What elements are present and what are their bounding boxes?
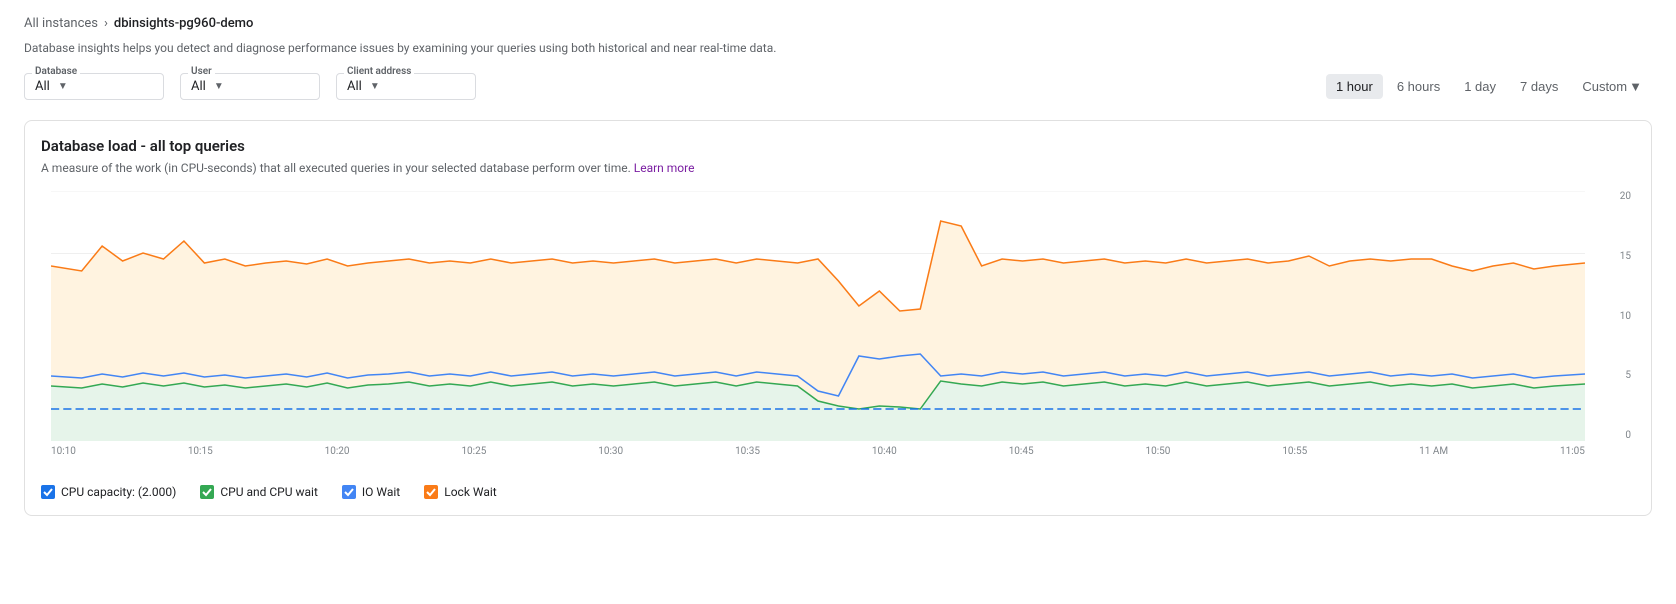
breadcrumb: All instances › dbinsights-pg960-demo xyxy=(24,16,1652,31)
legend-item-io-wait[interactable]: IO Wait xyxy=(342,485,400,499)
chart-svg-area xyxy=(51,191,1585,441)
legend-checkbox-cpu-capacity xyxy=(41,485,55,499)
time-btn-6hours[interactable]: 6 hours xyxy=(1387,74,1450,99)
legend-item-lock-wait[interactable]: Lock Wait xyxy=(424,485,496,499)
chart-svg xyxy=(51,191,1585,441)
page-container: All instances › dbinsights-pg960-demo Da… xyxy=(0,0,1676,532)
database-chevron-icon: ▼ xyxy=(58,81,68,92)
x-label-1015: 10:15 xyxy=(188,446,213,457)
database-filter-value: All xyxy=(35,79,50,94)
legend-checkbox-lock-wait xyxy=(424,485,438,499)
x-label-1035: 10:35 xyxy=(735,446,760,457)
time-controls: 1 hour 6 hours 1 day 7 days Custom ▼ xyxy=(1326,74,1652,99)
chart-desc-text: A measure of the work (in CPU-seconds) t… xyxy=(41,161,631,175)
x-label-1045: 10:45 xyxy=(1009,446,1034,457)
y-label-20: 20 xyxy=(1620,191,1631,202)
legend-item-cpu-wait[interactable]: CPU and CPU wait xyxy=(200,485,318,499)
user-filter-value: All xyxy=(191,79,206,94)
x-label-1025: 10:25 xyxy=(461,446,486,457)
x-label-1040: 10:40 xyxy=(872,446,897,457)
client-address-filter-group: Client address All ▼ xyxy=(336,73,476,100)
custom-chevron-icon: ▼ xyxy=(1629,79,1642,94)
client-address-chevron-icon: ▼ xyxy=(370,81,380,92)
time-btn-1day[interactable]: 1 day xyxy=(1454,74,1506,99)
chart-description: A measure of the work (in CPU-seconds) t… xyxy=(41,161,1635,175)
legend-item-cpu-capacity[interactable]: CPU capacity: (2.000) xyxy=(41,485,176,499)
x-label-1020: 10:20 xyxy=(325,446,350,457)
breadcrumb-sep: › xyxy=(104,16,108,31)
time-btn-custom[interactable]: Custom ▼ xyxy=(1572,74,1652,99)
x-axis: 10:10 10:15 10:20 10:25 10:30 10:35 10:4… xyxy=(51,446,1585,471)
y-label-15: 15 xyxy=(1620,251,1631,262)
filters-row: Database All ▼ User All ▼ Client address… xyxy=(24,73,1652,100)
x-label-1055: 10:55 xyxy=(1282,446,1307,457)
breadcrumb-current: dbinsights-pg960-demo xyxy=(114,16,253,31)
chart-title: Database load - all top queries xyxy=(41,137,1635,155)
legend-checkbox-io-wait xyxy=(342,485,356,499)
chart-section: Database load - all top queries A measur… xyxy=(24,120,1652,516)
time-btn-7days[interactable]: 7 days xyxy=(1510,74,1568,99)
database-filter[interactable]: All ▼ xyxy=(24,73,164,100)
legend-label-cpu-wait: CPU and CPU wait xyxy=(220,485,318,499)
page-subtitle: Database insights helps you detect and d… xyxy=(24,41,1652,55)
y-axis: 20 15 10 5 0 xyxy=(1590,191,1635,441)
chart-legend: CPU capacity: (2.000) CPU and CPU wait I… xyxy=(41,485,1635,499)
x-label-11am: 11 AM xyxy=(1419,446,1448,457)
y-label-5: 5 xyxy=(1625,370,1631,381)
chart-container: 20 15 10 5 0 10:10 10:15 10:20 10:25 10:… xyxy=(41,191,1635,471)
legend-label-lock-wait: Lock Wait xyxy=(444,485,496,499)
user-filter-group: User All ▼ xyxy=(180,73,320,100)
y-label-0: 0 xyxy=(1625,430,1631,441)
database-filter-label: Database xyxy=(32,66,80,77)
y-label-10: 10 xyxy=(1620,311,1631,322)
client-address-filter[interactable]: All ▼ xyxy=(336,73,476,100)
user-chevron-icon: ▼ xyxy=(214,81,224,92)
x-label-1030: 10:30 xyxy=(598,446,623,457)
database-filter-group: Database All ▼ xyxy=(24,73,164,100)
legend-label-cpu-capacity: CPU capacity: (2.000) xyxy=(61,485,176,499)
user-filter[interactable]: All ▼ xyxy=(180,73,320,100)
x-label-1050: 10:50 xyxy=(1146,446,1171,457)
x-label-1105: 11:05 xyxy=(1560,446,1585,457)
legend-label-io-wait: IO Wait xyxy=(362,485,400,499)
breadcrumb-parent[interactable]: All instances xyxy=(24,16,98,31)
custom-label: Custom xyxy=(1582,79,1627,94)
x-label-1010: 10:10 xyxy=(51,446,76,457)
time-btn-1hour[interactable]: 1 hour xyxy=(1326,74,1383,99)
client-address-filter-value: All xyxy=(347,79,362,94)
client-address-filter-label: Client address xyxy=(344,66,414,77)
learn-more-link[interactable]: Learn more xyxy=(634,161,695,175)
legend-checkbox-cpu-wait xyxy=(200,485,214,499)
user-filter-label: User xyxy=(188,66,215,77)
